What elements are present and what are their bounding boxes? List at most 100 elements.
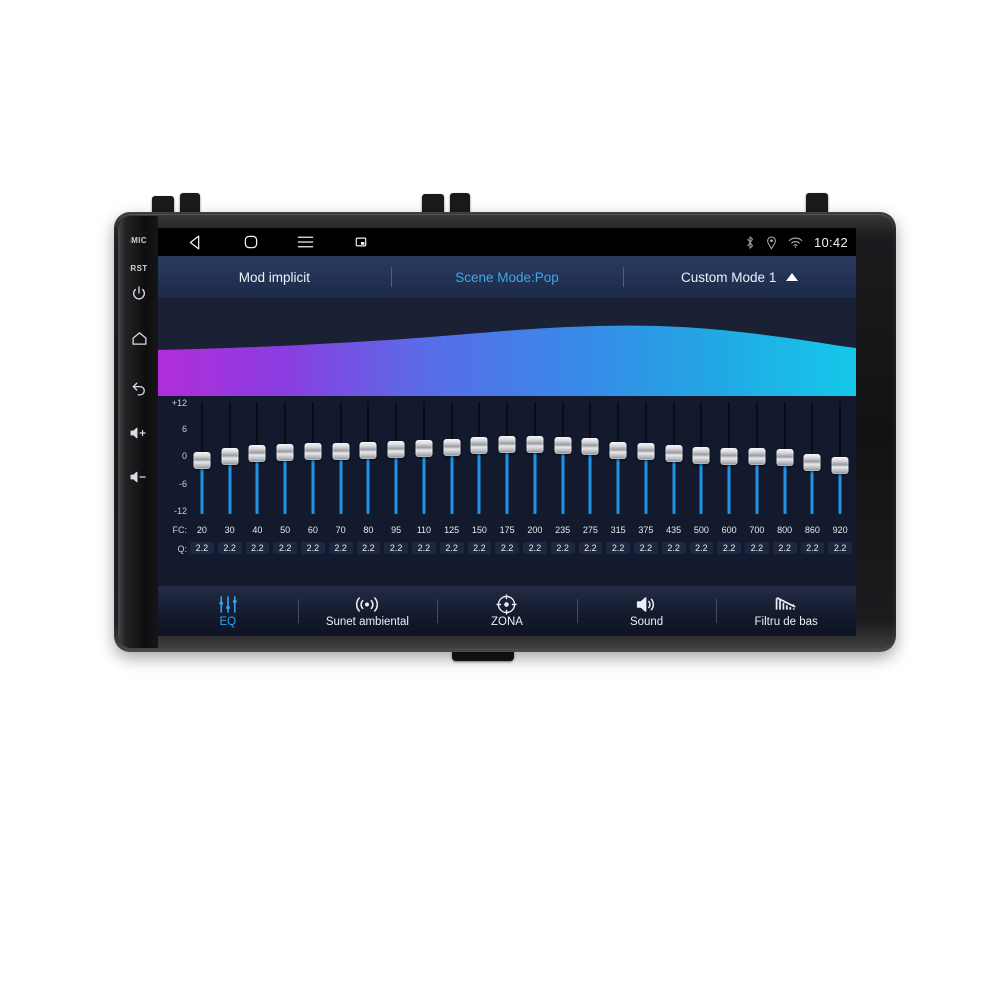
eq-band-q[interactable]: 2.2: [772, 542, 797, 554]
eq-band[interactable]: 150 2.2: [466, 396, 494, 586]
eq-band-q[interactable]: 2.2: [578, 542, 603, 554]
eq-band[interactable]: 80 2.2: [355, 396, 383, 586]
eq-band-q[interactable]: 2.2: [301, 542, 325, 554]
eq-slider-thumb[interactable]: [609, 442, 627, 460]
eq-slider-fill: [339, 451, 343, 514]
mode-scene[interactable]: Scene Mode:Pop: [391, 270, 624, 285]
eq-band-q[interactable]: 2.2: [550, 542, 575, 554]
eq-band[interactable]: 95 2.2: [382, 396, 410, 586]
eq-slider-thumb[interactable]: [470, 437, 488, 455]
tab-sound-label: Sound: [629, 616, 664, 628]
eq-band[interactable]: 860 2.2: [799, 396, 827, 586]
eq-band-q[interactable]: 2.2: [245, 542, 270, 554]
eq-band-q[interactable]: 2.2: [190, 542, 214, 554]
eq-band[interactable]: 175 2.2: [493, 396, 521, 586]
eq-band-q[interactable]: 2.2: [328, 542, 353, 554]
eq-band-q[interactable]: 2.2: [467, 542, 492, 554]
eq-band-q[interactable]: 2.2: [439, 542, 464, 554]
eq-slider-thumb[interactable]: [387, 441, 405, 459]
eq-slider-thumb[interactable]: [526, 435, 544, 453]
power-icon[interactable]: [122, 285, 156, 301]
eq-slider-thumb[interactable]: [803, 454, 821, 472]
eq-band-q[interactable]: 2.2: [217, 542, 242, 554]
eq-slider-thumb[interactable]: [748, 448, 766, 466]
eq-slider-thumb[interactable]: [359, 442, 377, 460]
eq-band[interactable]: 800 2.2: [771, 396, 799, 586]
eq-slider-thumb[interactable]: [248, 444, 266, 462]
eq-slider-thumb[interactable]: [415, 440, 433, 458]
tab-bass-filter[interactable]: Filtru de bas: [716, 594, 856, 628]
eq-band-q[interactable]: 2.2: [606, 542, 630, 554]
eq-slider-thumb[interactable]: [720, 447, 738, 465]
eq-slider-thumb[interactable]: [692, 447, 710, 465]
eq-slider-thumb[interactable]: [304, 442, 322, 460]
eq-slider-thumb[interactable]: [665, 444, 683, 462]
eq-band-frequency: 60: [307, 525, 318, 535]
eq-band-q[interactable]: 2.2: [800, 542, 825, 554]
eq-band[interactable]: 30 2.2: [216, 396, 244, 586]
tab-zone[interactable]: ZONA: [437, 593, 577, 628]
eq-slider-thumb[interactable]: [276, 443, 294, 461]
eq-band[interactable]: 500 2.2: [688, 396, 716, 586]
eq-slider-thumb[interactable]: [193, 452, 211, 470]
eq-slider-thumb[interactable]: [831, 456, 849, 474]
eq-band-q[interactable]: 2.2: [523, 542, 547, 554]
eq-band[interactable]: 435 2.2: [660, 396, 688, 586]
eq-band-q[interactable]: 2.2: [356, 542, 381, 554]
nav-back-icon[interactable]: [168, 228, 223, 256]
eq-slider-thumb[interactable]: [554, 437, 572, 455]
tab-sound[interactable]: Sound: [577, 594, 717, 628]
eq-band[interactable]: 920 2.2: [826, 396, 854, 586]
mode-custom[interactable]: Custom Mode 1: [623, 270, 856, 285]
volume-up-icon[interactable]: [122, 426, 156, 440]
eq-slider-thumb[interactable]: [443, 439, 461, 457]
eq-band[interactable]: 375 2.2: [632, 396, 660, 586]
eq-band[interactable]: 315 2.2: [604, 396, 632, 586]
eq-band[interactable]: 235 2.2: [549, 396, 577, 586]
eq-band-q[interactable]: 2.2: [495, 542, 519, 554]
eq-band[interactable]: 60 2.2: [299, 396, 327, 586]
eq-band[interactable]: 20 2.2: [188, 396, 216, 586]
eq-band[interactable]: 600 2.2: [715, 396, 743, 586]
eq-band-frequency: 600: [721, 525, 737, 535]
caret-up-icon[interactable]: [786, 273, 799, 281]
mode-default[interactable]: Mod implicit: [158, 270, 391, 285]
eq-slider-fill: [588, 446, 592, 514]
eq-band[interactable]: 40 2.2: [244, 396, 272, 586]
nav-menu-icon[interactable]: [278, 228, 333, 256]
eq-band-q[interactable]: 2.2: [689, 542, 714, 554]
eq-band[interactable]: 700 2.2: [743, 396, 771, 586]
eq-band[interactable]: 70 2.2: [327, 396, 355, 586]
eq-band-q[interactable]: 2.2: [412, 542, 436, 554]
eq-band-q[interactable]: 2.2: [745, 542, 769, 554]
eq-band-q[interactable]: 2.2: [273, 542, 297, 554]
nav-home-icon[interactable]: [223, 228, 278, 256]
equalizer-icon: [158, 594, 298, 614]
eq-band[interactable]: 50 2.2: [271, 396, 299, 586]
eq-slider-fill: [255, 453, 259, 514]
tab-surround[interactable]: Sunet ambiental: [298, 594, 438, 628]
eq-slider-thumb[interactable]: [776, 449, 794, 467]
eq-slider-thumb[interactable]: [581, 438, 599, 456]
eq-band-frequency: 700: [749, 525, 765, 535]
eq-band-q[interactable]: 2.2: [661, 542, 686, 554]
home-icon[interactable]: [122, 330, 156, 347]
back-icon[interactable]: [122, 378, 156, 396]
tab-zone-label: ZONA: [491, 616, 523, 628]
eq-band-frequency: 30: [224, 525, 235, 535]
eq-band-q[interactable]: 2.2: [828, 542, 852, 554]
eq-band-q[interactable]: 2.2: [717, 542, 741, 554]
eq-band-q[interactable]: 2.2: [384, 542, 408, 554]
tab-eq[interactable]: EQ: [158, 594, 298, 628]
eq-band[interactable]: 110 2.2: [410, 396, 438, 586]
eq-band[interactable]: 125 2.2: [438, 396, 466, 586]
volume-down-icon[interactable]: [122, 470, 156, 484]
eq-slider-thumb[interactable]: [221, 447, 239, 465]
eq-band-q[interactable]: 2.2: [634, 542, 658, 554]
eq-band[interactable]: 275 2.2: [577, 396, 605, 586]
eq-slider-thumb[interactable]: [637, 443, 655, 461]
eq-slider-thumb[interactable]: [332, 442, 350, 460]
eq-slider-thumb[interactable]: [498, 436, 516, 454]
eq-band[interactable]: 200 2.2: [521, 396, 549, 586]
nav-screenshot-icon[interactable]: [333, 228, 388, 256]
